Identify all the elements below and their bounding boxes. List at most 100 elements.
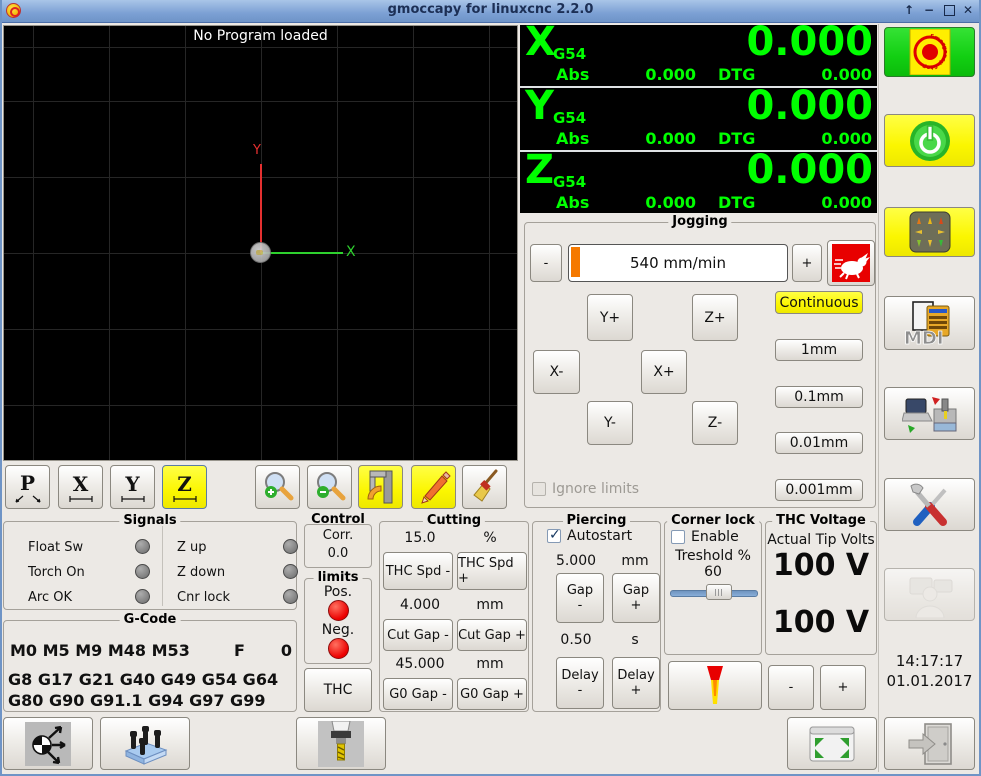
touch-off-button[interactable] [3, 717, 93, 770]
machine-on-button[interactable] [884, 114, 975, 167]
edit-gcode-button[interactable] [411, 465, 456, 509]
autostart-checkbox[interactable] [547, 527, 561, 543]
pierce-gap-plus-button[interactable]: Gap + [612, 573, 660, 623]
broom-icon [472, 469, 497, 502]
view-z-letter: Z [177, 472, 192, 496]
increment-0001mm-button[interactable]: 0.001mm [775, 479, 863, 501]
svg-text:MDI: MDI [904, 328, 944, 346]
cut-gap-plus-button[interactable]: Cut Gap + [457, 619, 527, 651]
voltage-minus-button[interactable]: - [768, 665, 814, 710]
minimize-button[interactable]: − [921, 1, 937, 19]
cut-gap-minus-button[interactable]: Cut Gap - [383, 619, 453, 651]
increment-001mm-button[interactable]: 0.01mm [775, 432, 863, 454]
z-down-led [283, 564, 298, 579]
pierce-delay-unit: s [631, 632, 639, 648]
jog-z-minus-button[interactable]: Z- [692, 401, 738, 445]
pierce-delay-minus-button[interactable]: Delay - [556, 657, 604, 709]
zoom-in-button[interactable] [255, 465, 300, 509]
dro-coord-system: G54 [553, 173, 587, 191]
limit-pos-led [328, 600, 349, 621]
g0-gap-unit: mm [476, 656, 504, 672]
ignore-limits-checkbox[interactable] [532, 482, 546, 496]
torch-flame-icon [707, 665, 723, 704]
exit-button[interactable] [884, 717, 975, 770]
actual-tip-volts-label: Actual Tip Volts [767, 532, 875, 548]
dro-row-z[interactable]: Z G54 0.000 Abs 0.000 DTG 0.000 [520, 147, 877, 213]
view-y-button[interactable]: Y [110, 465, 155, 509]
torch-on-led [135, 564, 150, 579]
tools-icon [909, 483, 947, 526]
g0-gap-plus-button[interactable]: G0 Gap + [457, 678, 527, 710]
zoom-out-button[interactable] [307, 465, 352, 509]
g0-gap-minus-button[interactable]: G0 Gap - [383, 678, 453, 710]
dimensions-toggle-button[interactable] [358, 465, 403, 509]
x-axis-label: X [346, 244, 356, 260]
fullscreen-button[interactable] [787, 717, 877, 770]
pierce-delay-plus-button[interactable]: Delay + [612, 657, 660, 709]
corner-lock-frame-title: Corner lock [667, 513, 759, 528]
pierce-height-value: 5.000 [555, 553, 597, 569]
arc-ok-led [135, 589, 150, 604]
delay-label: Delay [561, 668, 599, 683]
dimension-arrows-icon [14, 495, 41, 503]
touch-plate-icon [124, 725, 168, 765]
dro-abs-value: 0.000 [645, 129, 696, 148]
thc-voltage-actual: 100 V [772, 605, 870, 640]
z-up-led [283, 539, 298, 554]
dro-abs-value: 0.000 [645, 193, 696, 212]
dro-row-y[interactable]: Y G54 0.000 Abs 0.000 DTG 0.000 [520, 83, 877, 149]
increment-1mm-button[interactable]: 1mm [775, 339, 863, 361]
jog-y-plus-button[interactable]: Y+ [587, 294, 633, 341]
jog-z-plus-button[interactable]: Z+ [692, 294, 738, 341]
probe-button[interactable] [100, 717, 190, 770]
max-velocity-button[interactable] [827, 240, 875, 286]
pierce-gap-minus-button[interactable]: Gap - [556, 573, 604, 623]
cut-gap-value: 4.000 [399, 597, 441, 613]
user-icon [909, 577, 952, 618]
jog-speed-plus-button[interactable]: + [792, 244, 822, 282]
shade-button[interactable]: ↑ [901, 1, 917, 19]
close-button[interactable]: ✕ [960, 1, 976, 19]
gremlin-preview[interactable]: No Program loaded Y X [3, 25, 518, 461]
maximize-button[interactable] [941, 1, 957, 19]
exit-door-icon [908, 722, 952, 765]
threshold-value: 60 [704, 564, 722, 580]
jog-y-minus-button[interactable]: Y- [587, 401, 633, 445]
tool-change-button[interactable] [296, 717, 386, 770]
view-z-button[interactable]: Z [162, 465, 207, 509]
dro-coord-system: G54 [553, 109, 587, 127]
view-perspective-button[interactable]: P [5, 465, 50, 509]
auto-mode-button[interactable] [884, 387, 975, 440]
jog-x-minus-button[interactable]: X- [533, 350, 580, 394]
jog-x-plus-button[interactable]: X+ [641, 350, 687, 394]
threshold-slider-handle[interactable] [706, 584, 732, 600]
laptop-machine-icon [901, 396, 956, 433]
dro-axis-letter: Z [525, 147, 555, 193]
plus-sign: + [630, 598, 642, 613]
increment-continuous-button[interactable]: Continuous [775, 291, 863, 314]
jog-speed-slider[interactable]: 540 mm/min [568, 244, 788, 282]
threshold-label: Treshold % [675, 548, 751, 564]
thc-enable-button[interactable]: THC [304, 668, 372, 712]
limit-pos-label: Pos. [323, 584, 353, 600]
datum-zero-icon [25, 721, 71, 766]
view-x-button[interactable]: X [58, 465, 103, 509]
mdi-mode-button[interactable]: MDI [884, 296, 975, 350]
power-icon [909, 120, 950, 161]
titlebar[interactable]: gmoccapy for linuxcnc 2.2.0 ↑ − ✕ [0, 0, 981, 23]
voltage-plus-button[interactable]: + [820, 665, 866, 710]
clear-plot-button[interactable] [462, 465, 507, 509]
active-m-codes: M0 M5 M9 M48 M53 [10, 641, 190, 660]
thc-voltage-target: 100 V [772, 548, 870, 583]
emergency-stop-button[interactable]: Emergency-Stop [884, 27, 975, 77]
settings-button[interactable] [884, 478, 975, 531]
torch-button[interactable] [668, 661, 762, 710]
jog-speed-minus-button[interactable]: - [530, 244, 562, 282]
corner-lock-enable-checkbox[interactable] [671, 530, 685, 544]
thc-speed-minus-button[interactable]: THC Spd - [383, 552, 453, 590]
dro-row-x[interactable]: X G54 0.000 Abs 0.000 DTG 0.000 [520, 19, 877, 85]
increment-01mm-button[interactable]: 0.1mm [775, 386, 863, 408]
thc-speed-plus-button[interactable]: THC Spd + [457, 552, 527, 590]
dro-panel[interactable]: X G54 0.000 Abs 0.000 DTG 0.000 Y G54 0.… [520, 19, 877, 213]
manual-mode-button[interactable] [884, 207, 975, 257]
